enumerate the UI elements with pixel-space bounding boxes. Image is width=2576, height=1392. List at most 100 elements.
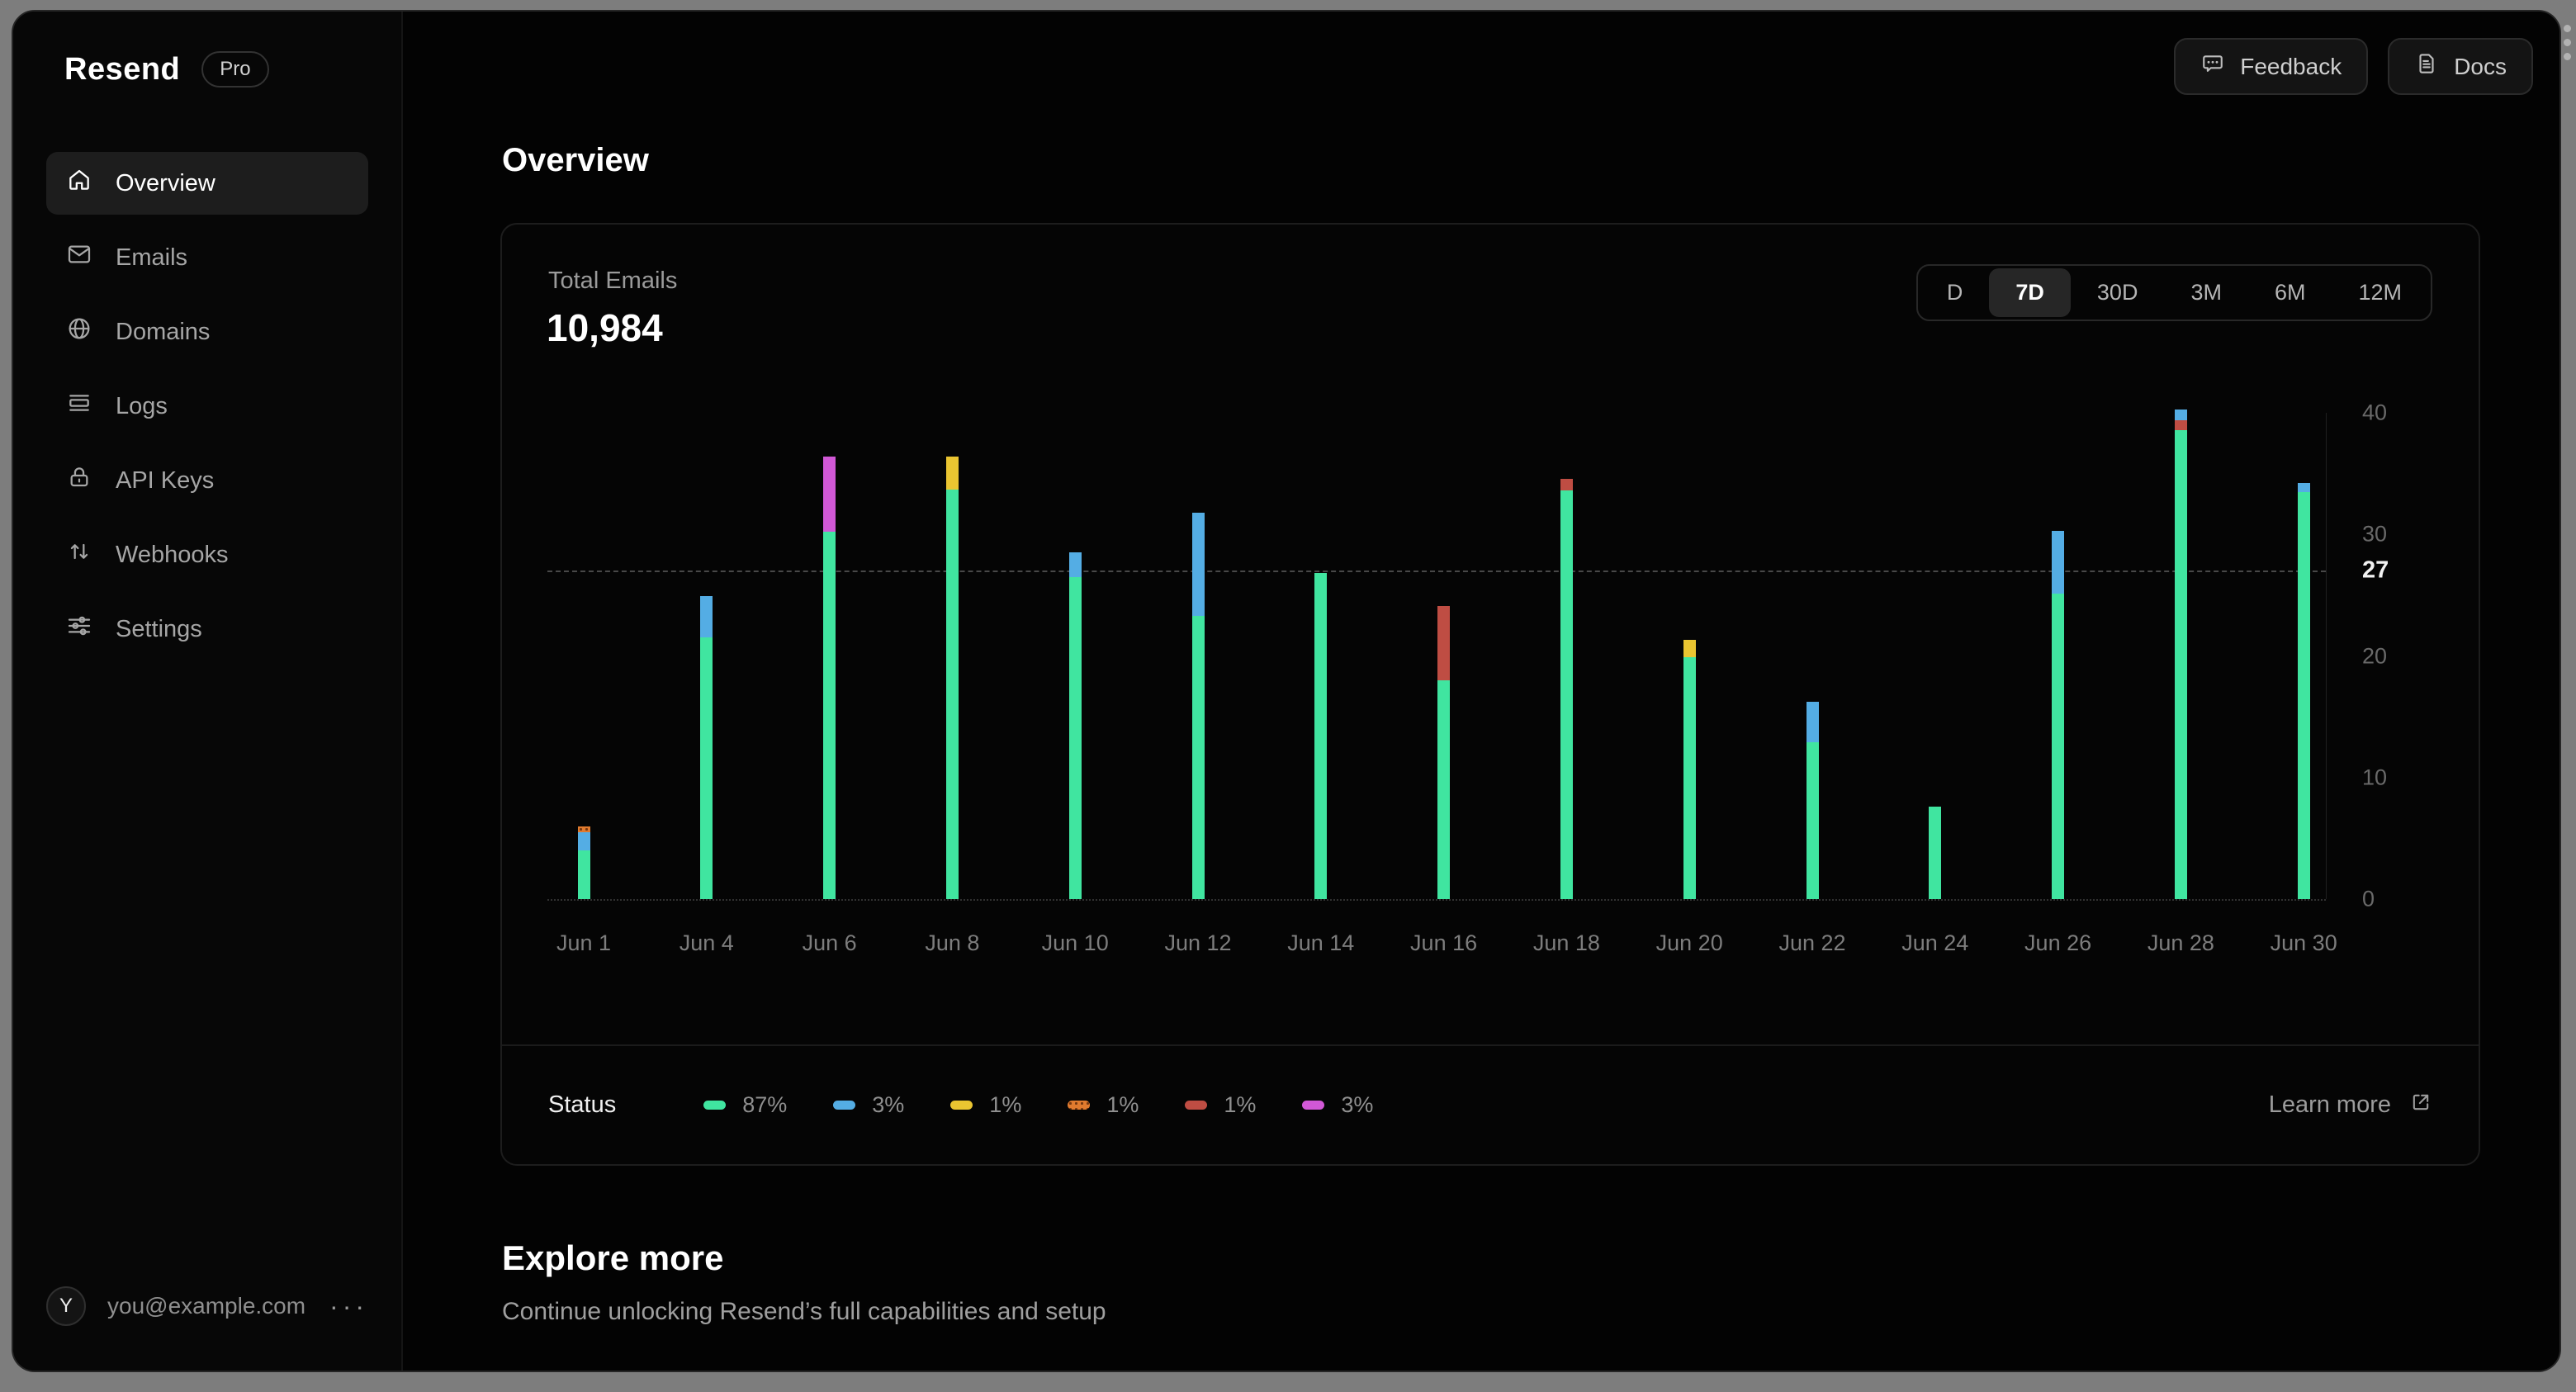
bar-segment-blue-jun-22[interactable] <box>1806 702 1819 743</box>
bar-segment-blue-jun-4[interactable] <box>700 596 713 638</box>
bar-segment-magenta-jun-6[interactable] <box>823 457 836 533</box>
bar-segment-orange-jun-1[interactable] <box>577 826 590 833</box>
sidebar-item-webhooks[interactable]: Webhooks <box>46 523 368 586</box>
legend-percent: 87% <box>742 1092 788 1117</box>
scroll-indicator[interactable] <box>2562 25 2572 60</box>
bar-segment-blue-jun-30[interactable] <box>2297 483 2310 492</box>
bar-segment-green-jun-16[interactable] <box>1437 679 1451 899</box>
bar-segment-green-jun-4[interactable] <box>700 637 713 899</box>
sidebar-item-label: Settings <box>116 615 202 642</box>
sidebar-item-emails[interactable]: Emails <box>46 226 368 289</box>
plan-badge: Pro <box>201 51 269 88</box>
x-axis-label: Jun 20 <box>1655 930 1723 955</box>
legend-swatch <box>1068 1101 1091 1110</box>
x-axis-label: Jun 8 <box>925 930 980 955</box>
sidebar-item-label: Domains <box>116 318 211 345</box>
page-title: Overview <box>502 142 649 178</box>
explore-title: Explore more <box>502 1238 724 1277</box>
learn-more-link[interactable]: Learn more <box>2269 1091 2432 1120</box>
range-30d[interactable]: 30D <box>2071 268 2165 317</box>
x-axis-label: Jun 28 <box>2147 930 2214 955</box>
range-d[interactable]: D <box>1920 268 1990 317</box>
globe-icon <box>66 315 92 348</box>
webhooks-icon <box>66 538 92 571</box>
x-axis-label: Jun 4 <box>679 930 734 955</box>
bar-segment-green-jun-1[interactable] <box>577 850 590 899</box>
external-link-icon <box>2409 1091 2432 1120</box>
bar-segment-green-jun-8[interactable] <box>945 489 959 899</box>
range-7d[interactable]: 7D <box>1989 268 2071 317</box>
bar-segment-green-jun-6[interactable] <box>823 532 836 899</box>
bar-segment-green-jun-14[interactable] <box>1314 573 1328 899</box>
sidebar-item-label: Overview <box>116 169 215 196</box>
legend-swatch <box>703 1101 727 1110</box>
legend-percent: 1% <box>1106 1092 1139 1117</box>
y-axis-tick: 10 <box>2362 765 2388 790</box>
x-axis-label: Jun 14 <box>1287 930 1355 955</box>
legend-item: 1% <box>1185 1092 1256 1118</box>
bar-segment-green-jun-30[interactable] <box>2297 491 2310 899</box>
bar-segment-blue-jun-28[interactable] <box>2174 409 2187 420</box>
bar-segment-green-jun-22[interactable] <box>1806 742 1819 899</box>
bar-segment-green-jun-12[interactable] <box>1191 615 1205 899</box>
bar-segment-green-jun-20[interactable] <box>1683 656 1696 899</box>
bar-segment-red-jun-18[interactable] <box>1560 478 1573 491</box>
sidebar-item-domains[interactable]: Domains <box>46 301 368 363</box>
sidebar-item-logs[interactable]: Logs <box>46 375 368 438</box>
bar-segment-green-jun-28[interactable] <box>2174 429 2187 899</box>
legend-percent: 3% <box>872 1092 905 1117</box>
range-6m[interactable]: 6M <box>2248 268 2332 317</box>
x-axis-label: Jun 30 <box>2270 930 2337 955</box>
logs-icon <box>66 390 92 423</box>
legend-percent: 3% <box>1341 1092 1374 1117</box>
bar-segment-green-jun-24[interactable] <box>1929 807 1942 899</box>
bar-segment-green-jun-18[interactable] <box>1560 490 1573 899</box>
legend-item: 87% <box>703 1092 787 1118</box>
y-axis-tick: 30 <box>2362 521 2388 547</box>
bar-segment-yellow-jun-20[interactable] <box>1683 640 1696 657</box>
bar-segment-blue-jun-10[interactable] <box>1068 552 1082 577</box>
sidebar-item-settings[interactable]: Settings <box>46 598 368 660</box>
logo-row: Resend Pro <box>46 51 368 88</box>
sidebar-item-api-keys[interactable]: API Keys <box>46 449 368 512</box>
home-icon <box>66 167 92 200</box>
legend-swatch <box>833 1101 856 1110</box>
x-axis-baseline <box>547 899 2326 901</box>
feedback-icon <box>2200 51 2225 82</box>
total-emails-card: Total Emails 10,984 D 7D 30D 3M 6M 12M 0 10 20 3… <box>500 223 2480 1166</box>
bar-chart: 0 10 20 30 40 27 Jun 1 Jun 4 Jun 6 Jun 8 Jun 10 Jun… <box>547 400 2389 955</box>
bar-segment-blue-jun-1[interactable] <box>577 832 590 851</box>
legend-swatch <box>950 1101 973 1110</box>
user-email: you@example.com <box>107 1293 306 1319</box>
status-label: Status <box>548 1091 617 1118</box>
user-menu-button[interactable]: ··· <box>329 1291 368 1322</box>
bar-segment-blue-jun-26[interactable] <box>2052 530 2065 594</box>
sidebar-item-overview[interactable]: Overview <box>46 152 368 215</box>
mail-icon <box>66 241 92 274</box>
top-buttons: Feedback Docs <box>2174 38 2533 95</box>
feedback-button[interactable]: Feedback <box>2174 38 2369 95</box>
time-range-selector: D 7D 30D 3M 6M 12M <box>1915 264 2432 321</box>
x-axis-label: Jun 10 <box>1041 930 1109 955</box>
chart-legend: 87% 3% 1% 1% 1% 3% <box>657 1092 1373 1118</box>
user-row: Y you@example.com ··· <box>46 1286 368 1326</box>
docs-button[interactable]: Docs <box>2388 38 2533 95</box>
range-3m[interactable]: 3M <box>2164 268 2248 317</box>
button-label: Docs <box>2454 53 2507 79</box>
sidebar-item-label: API Keys <box>116 466 215 494</box>
legend-item: 1% <box>950 1092 1021 1118</box>
sidebar: Resend Pro Overview Emails Domains Logs API … <box>13 12 403 1371</box>
bar-segment-yellow-jun-8[interactable] <box>945 457 959 490</box>
range-12m[interactable]: 12M <box>2332 268 2428 317</box>
bar-segment-blue-jun-12[interactable] <box>1191 512 1205 616</box>
settings-icon <box>66 613 92 646</box>
sidebar-nav: Overview Emails Domains Logs API Keys Webhook… <box>46 152 368 660</box>
bar-segment-red-jun-16[interactable] <box>1437 606 1451 680</box>
y-axis-tick: 0 <box>2362 886 2375 911</box>
x-axis-label: Jun 18 <box>1532 930 1600 955</box>
legend-swatch <box>1185 1101 1208 1110</box>
bar-segment-red-jun-28[interactable] <box>2174 419 2187 430</box>
bar-segment-green-jun-26[interactable] <box>2052 594 2065 899</box>
status-row: Status 87% 3% 1% 1% 1% 3% Learn more <box>502 1044 2479 1164</box>
bar-segment-green-jun-10[interactable] <box>1068 576 1082 899</box>
